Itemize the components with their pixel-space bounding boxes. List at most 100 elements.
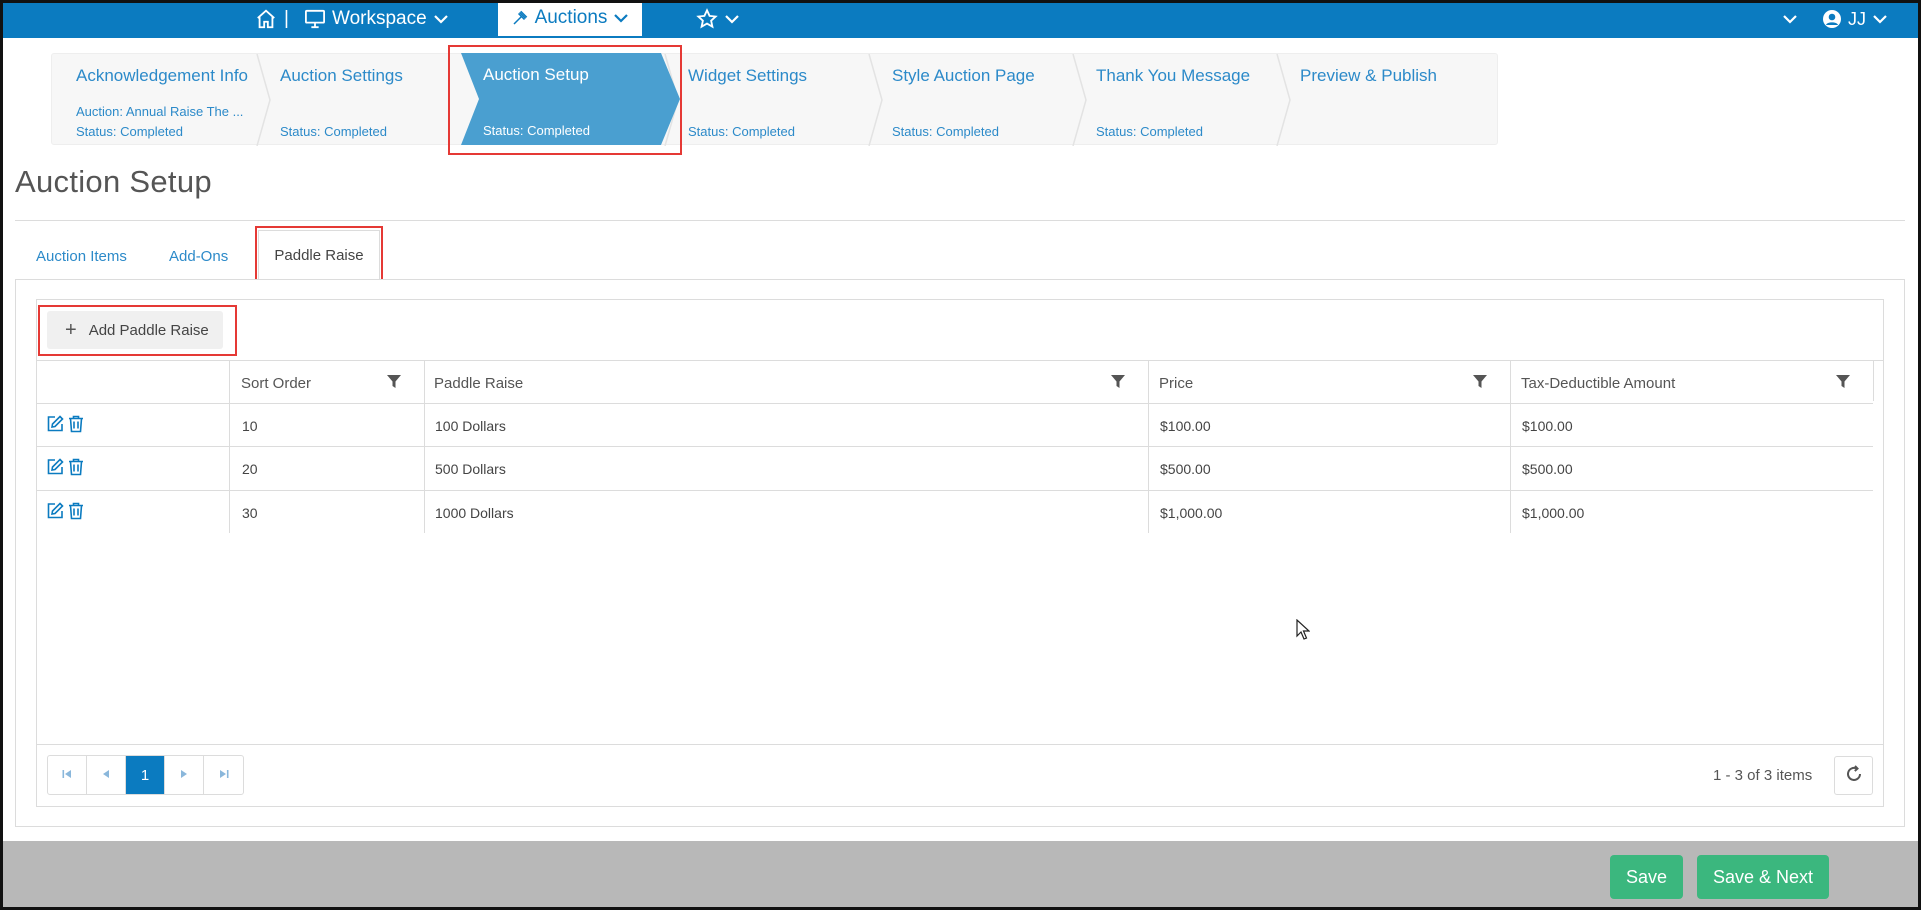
user-initials: JJ [1848, 8, 1866, 29]
wizard-step-preview-publish[interactable]: Preview & Publish [1276, 54, 1498, 146]
pager-info: 1 - 3 of 3 items [1713, 767, 1813, 784]
user-menu[interactable]: JJ [1822, 0, 1888, 38]
page-number-button[interactable]: 1 [126, 756, 165, 794]
first-page-button[interactable] [48, 756, 87, 794]
column-header-label: Price [1159, 374, 1194, 392]
step-status: Status: Completed [1096, 124, 1203, 139]
tab-add-ons[interactable]: Add-Ons [169, 248, 228, 265]
step-title: Style Auction Page [892, 66, 1035, 85]
pager-rule [37, 744, 1883, 745]
cell-tax-deductible: $500.00 [1522, 461, 1573, 477]
filter-icon[interactable] [1835, 374, 1851, 394]
row-divider [37, 403, 1873, 404]
step-title: Auction Setup [483, 65, 589, 84]
cell-price: $500.00 [1160, 461, 1211, 477]
divider [15, 220, 1905, 221]
pagination: 1 [47, 755, 244, 795]
step-title: Thank You Message [1096, 66, 1251, 85]
add-paddle-raise-label: Add Paddle Raise [88, 321, 209, 339]
monitor-icon [304, 9, 326, 29]
step-status: Status: Completed [688, 124, 795, 139]
step-title: Widget Settings [688, 66, 808, 85]
edit-icon[interactable] [46, 458, 64, 479]
chevron-down-icon [613, 12, 629, 24]
column-divider [1510, 361, 1511, 533]
step-status: Status: Completed [892, 124, 999, 139]
chevron-down-icon [1782, 13, 1798, 25]
home-button[interactable] [255, 0, 277, 38]
wizard-step-auction-setup[interactable]: Auction Setup Status: Completed [459, 53, 681, 145]
step-status: Status: Completed [483, 123, 590, 138]
step-status: Status: Completed [280, 124, 387, 139]
star-icon [696, 8, 718, 30]
auctions-label: Auctions [534, 7, 608, 28]
home-icon [255, 8, 277, 30]
column-header-sort-order[interactable]: Sort Order [241, 361, 404, 405]
chevron-down-icon [724, 13, 740, 25]
wizard-step-widget-settings[interactable]: Widget Settings Status: Completed [664, 54, 868, 146]
cell-tax-deductible: $100.00 [1522, 418, 1573, 434]
last-page-button[interactable] [204, 756, 243, 794]
edit-icon[interactable] [46, 415, 64, 436]
gavel-icon [511, 9, 529, 27]
edit-icon[interactable] [46, 502, 64, 523]
refresh-icon [1844, 764, 1864, 787]
first-page-icon [62, 769, 72, 782]
step-title: Acknowledgement Info [76, 66, 248, 85]
wizard-step-auction-settings[interactable]: Auction Settings Status: Completed [256, 54, 460, 146]
next-page-button[interactable] [165, 756, 204, 794]
save-button[interactable]: Save [1610, 855, 1683, 899]
filter-icon[interactable] [1110, 374, 1126, 394]
chevron-down-icon [433, 13, 449, 25]
workspace-label: Workspace [332, 8, 427, 29]
expand-menu-button[interactable] [1782, 0, 1798, 38]
cell-paddle-raise: 500 Dollars [435, 461, 506, 477]
column-header-paddle-raise[interactable]: Paddle Raise [434, 361, 1134, 405]
cell-price: $100.00 [1160, 418, 1211, 434]
step-subtitle: Auction: Annual Raise The ... [76, 104, 244, 119]
column-divider [1148, 361, 1149, 533]
column-header-label: Tax-Deductible Amount [1521, 374, 1676, 392]
column-header-tax-deductible-amount[interactable]: Tax-Deductible Amount [1521, 361, 1861, 405]
prev-page-icon [102, 769, 110, 782]
workspace-menu[interactable]: Workspace [304, 0, 449, 38]
cell-sort-order: 20 [242, 461, 258, 477]
column-divider [424, 361, 425, 533]
column-divider [229, 361, 230, 533]
next-page-icon [180, 769, 188, 782]
last-page-icon [219, 769, 229, 782]
refresh-button[interactable] [1834, 756, 1873, 795]
wizard-step-thank-you-message[interactable]: Thank You Message Status: Completed [1072, 54, 1276, 146]
column-divider [1873, 361, 1874, 401]
cell-sort-order: 10 [242, 418, 258, 434]
chevron-down-icon [1872, 13, 1888, 25]
tab-paddle-raise[interactable]: Paddle Raise [258, 230, 380, 280]
step-status: Status: Completed [76, 124, 183, 139]
top-navigation-bar: | Workspace Auctions JJ [0, 0, 1921, 38]
auctions-menu[interactable]: Auctions [498, 0, 642, 36]
add-paddle-raise-button[interactable]: + Add Paddle Raise [47, 311, 223, 349]
trash-icon[interactable] [68, 502, 84, 523]
row-divider [37, 490, 1873, 491]
trash-icon[interactable] [68, 458, 84, 479]
column-header-label: Sort Order [241, 374, 312, 392]
nav-separator: | [284, 8, 289, 29]
wizard-step-style-auction-page[interactable]: Style Auction Page Status: Completed [868, 54, 1072, 146]
filter-icon[interactable] [386, 374, 402, 394]
trash-icon[interactable] [68, 415, 84, 436]
cell-tax-deductible: $1,000.00 [1522, 505, 1585, 521]
wizard-step-acknowledgement-info[interactable]: Acknowledgement Info Auction: Annual Rai… [52, 54, 256, 146]
cell-paddle-raise: 100 Dollars [435, 418, 506, 434]
step-title: Auction Settings [280, 66, 403, 85]
tab-auction-items[interactable]: Auction Items [36, 248, 127, 265]
save-and-next-button[interactable]: Save & Next [1697, 855, 1829, 899]
favorites-menu[interactable] [696, 0, 740, 38]
column-header-label: Paddle Raise [434, 374, 524, 392]
step-title: Preview & Publish [1300, 66, 1438, 85]
column-header-price[interactable]: Price [1159, 361, 1499, 405]
filter-icon[interactable] [1472, 374, 1488, 394]
cell-paddle-raise: 1000 Dollars [435, 505, 514, 521]
user-circle-icon [1822, 9, 1842, 29]
plus-icon: + [65, 319, 77, 341]
previous-page-button[interactable] [87, 756, 126, 794]
